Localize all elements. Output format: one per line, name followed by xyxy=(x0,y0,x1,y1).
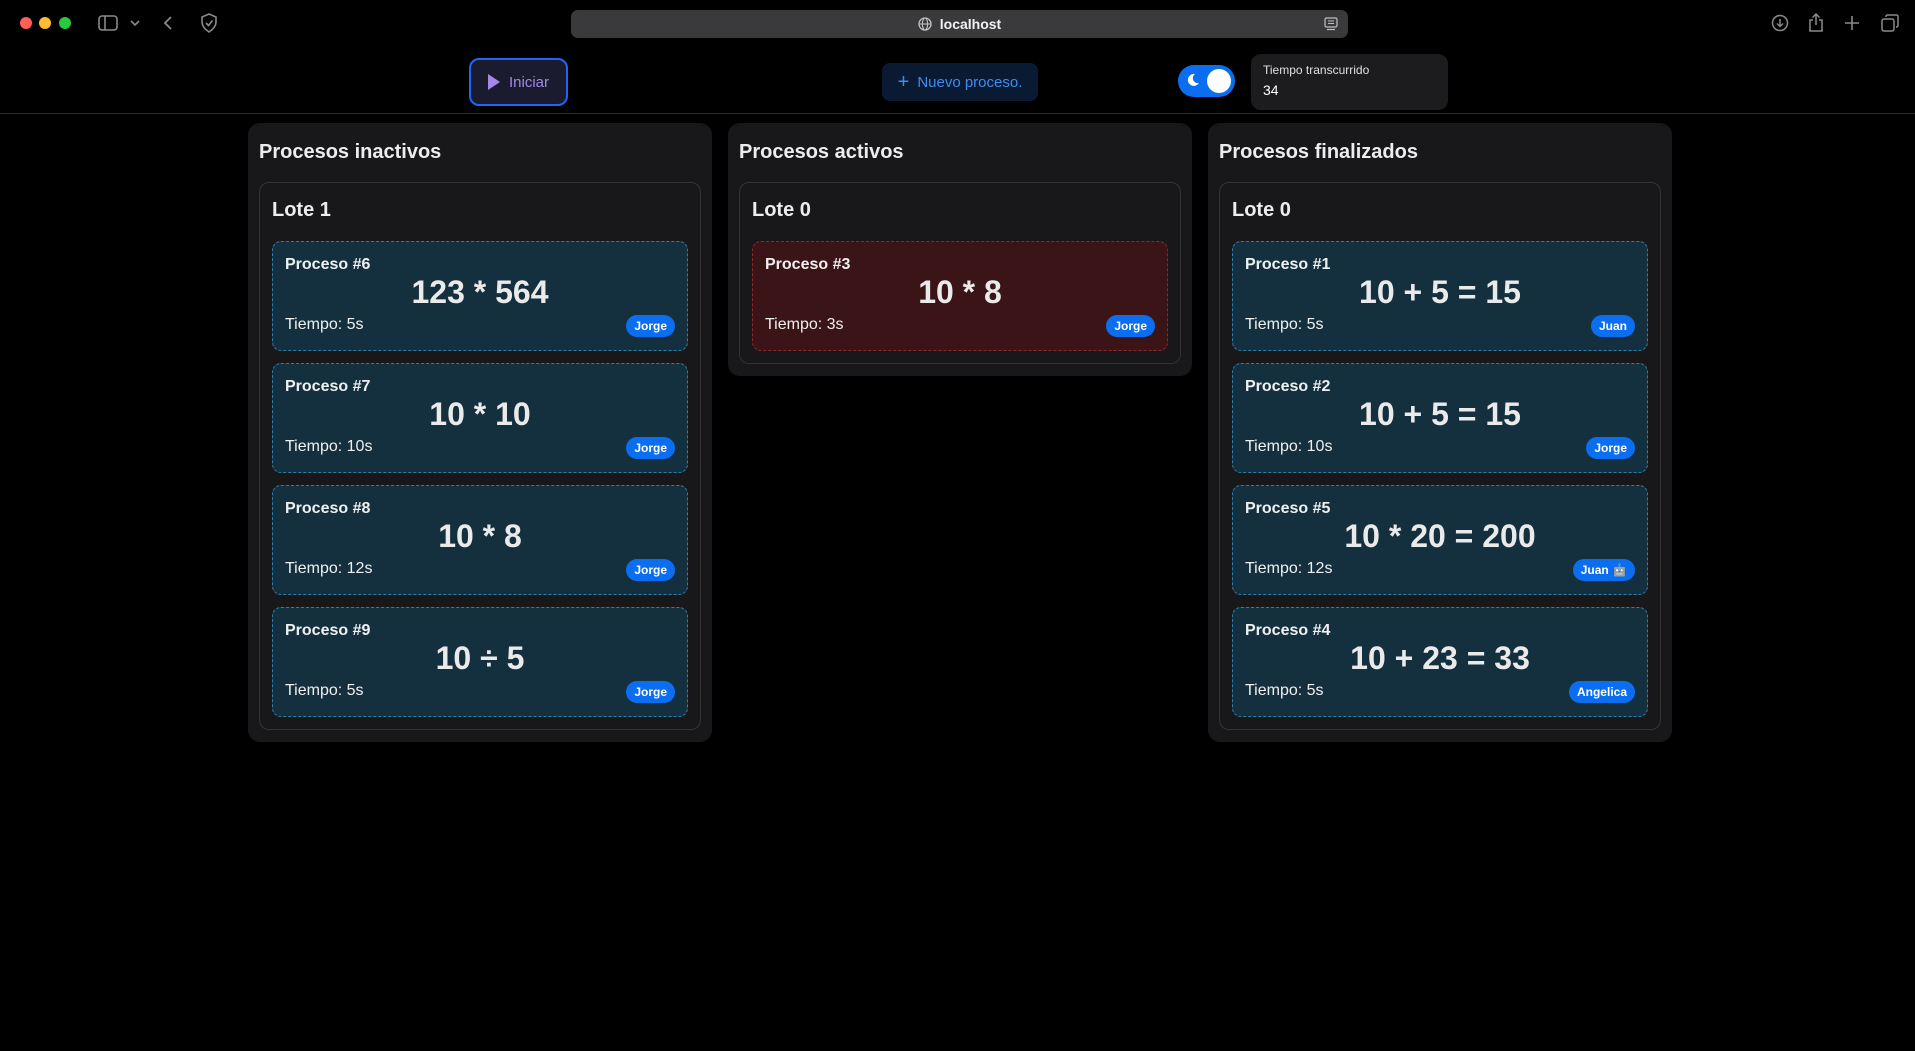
plus-icon: + xyxy=(897,71,910,93)
column-title: Procesos inactivos xyxy=(259,141,442,163)
tabs-overview-icon[interactable] xyxy=(1880,13,1900,33)
process-operation: 10 + 23 = 33 xyxy=(1350,640,1530,676)
process-title: Proceso #3 xyxy=(765,256,851,273)
process-time: Tiempo: 12s xyxy=(1245,560,1333,577)
process-title: Proceso #1 xyxy=(1245,256,1331,273)
process-title: Proceso #5 xyxy=(1245,500,1331,517)
process-time: Tiempo: 5s xyxy=(1245,316,1324,333)
process-time: Tiempo: 10s xyxy=(285,438,373,455)
minimize-window-button[interactable] xyxy=(39,17,51,29)
process-title: Proceso #8 xyxy=(285,500,371,517)
process-operation: 10 * 8 xyxy=(438,518,522,554)
shield-icon[interactable] xyxy=(199,13,219,33)
batch-title: Lote 1 xyxy=(272,199,331,221)
batch-group: Lote 0 Proceso #3 10 * 8 Tiempo: 3s Jorg… xyxy=(739,182,1181,364)
reader-icon[interactable] xyxy=(1324,17,1338,31)
batch-title: Lote 0 xyxy=(752,199,811,221)
process-card[interactable]: Proceso #6 123 * 564 Tiempo: 5s Jorge xyxy=(272,241,688,351)
process-operation: 10 + 5 = 15 xyxy=(1359,274,1521,310)
new-tab-icon[interactable] xyxy=(1843,13,1861,33)
new-process-label: Nuevo proceso. xyxy=(917,73,1023,91)
process-time: Tiempo: 5s xyxy=(285,682,364,699)
column-title: Procesos activos xyxy=(739,141,904,163)
process-time: Tiempo: 12s xyxy=(285,560,373,577)
process-title: Proceso #7 xyxy=(285,378,371,395)
process-time: Tiempo: 5s xyxy=(1245,682,1324,699)
batch-group: Lote 1 Proceso #6 123 * 564 Tiempo: 5s J… xyxy=(259,182,701,730)
user-badge: Juan 🤖 xyxy=(1572,559,1635,581)
process-card[interactable]: Proceso #4 10 + 23 = 33 Tiempo: 5s Angel… xyxy=(1232,607,1648,717)
play-icon xyxy=(487,74,500,90)
process-time: Tiempo: 3s xyxy=(765,316,844,333)
column-inactive: Procesos inactivos Lote 1 Proceso #6 123… xyxy=(248,123,712,742)
browser-chrome: localhost xyxy=(0,0,1915,46)
user-badge: Jorge xyxy=(626,315,675,337)
download-icon[interactable] xyxy=(1770,13,1790,33)
back-icon[interactable] xyxy=(160,13,176,33)
user-badge: Angelica xyxy=(1568,681,1635,703)
chevron-down-icon[interactable] xyxy=(128,13,142,33)
process-card[interactable]: Proceso #9 10 ÷ 5 Tiempo: 5s Jorge xyxy=(272,607,688,717)
process-title: Proceso #2 xyxy=(1245,378,1331,395)
process-card[interactable]: Proceso #1 10 + 5 = 15 Tiempo: 5s Juan xyxy=(1232,241,1648,351)
process-card[interactable]: Proceso #8 10 * 8 Tiempo: 12s Jorge xyxy=(272,485,688,595)
close-window-button[interactable] xyxy=(20,17,32,29)
maximize-window-button[interactable] xyxy=(59,17,71,29)
column-finished: Procesos finalizados Lote 0 Proceso #1 1… xyxy=(1208,123,1672,742)
process-title: Proceso #6 xyxy=(285,256,371,273)
user-badge: Juan xyxy=(1590,315,1635,337)
process-operation: 10 ÷ 5 xyxy=(435,640,525,676)
process-operation: 10 * 10 xyxy=(429,396,531,432)
process-operation: 123 * 564 xyxy=(411,274,549,310)
elapsed-time-panel: Tiempo transcurrido 34 xyxy=(1251,54,1448,110)
user-badge: Jorge xyxy=(626,559,675,581)
elapsed-time-label: Tiempo transcurrido xyxy=(1263,63,1370,77)
process-title: Proceso #9 xyxy=(285,622,371,639)
process-time: Tiempo: 10s xyxy=(1245,438,1333,455)
globe-icon xyxy=(918,17,932,31)
theme-toggle[interactable] xyxy=(1178,65,1235,97)
sidebar-icon[interactable] xyxy=(97,13,119,33)
column-title: Procesos finalizados xyxy=(1219,141,1418,163)
batch-title: Lote 0 xyxy=(1232,199,1291,221)
process-card[interactable]: Proceso #5 10 * 20 = 200 Tiempo: 12s Jua… xyxy=(1232,485,1648,595)
address-bar[interactable]: localhost xyxy=(571,10,1348,38)
column-active: Procesos activos Lote 0 Proceso #3 10 * … xyxy=(728,123,1192,376)
new-process-button[interactable]: + Nuevo proceso. xyxy=(882,63,1038,101)
url-text: localhost xyxy=(939,16,1002,32)
toggle-knob xyxy=(1207,69,1231,93)
moon-icon xyxy=(1185,72,1201,93)
user-badge: Jorge xyxy=(626,437,675,459)
process-operation: 10 * 20 = 200 xyxy=(1344,518,1536,554)
elapsed-time-value: 34 xyxy=(1263,82,1279,98)
process-title: Proceso #4 xyxy=(1245,622,1331,639)
user-badge: Jorge xyxy=(1586,437,1635,459)
process-card[interactable]: Proceso #7 10 * 10 Tiempo: 10s Jorge xyxy=(272,363,688,473)
process-time: Tiempo: 5s xyxy=(285,316,364,333)
start-button[interactable]: Iniciar xyxy=(469,58,568,106)
user-badge: Jorge xyxy=(626,681,675,703)
batch-group: Lote 0 Proceso #1 10 + 5 = 15 Tiempo: 5s… xyxy=(1219,182,1661,730)
start-button-label: Iniciar xyxy=(508,73,549,91)
process-card[interactable]: Proceso #2 10 + 5 = 15 Tiempo: 10s Jorge xyxy=(1232,363,1648,473)
process-operation: 10 + 5 = 15 xyxy=(1359,396,1521,432)
user-badge: Jorge xyxy=(1106,315,1155,337)
share-icon[interactable] xyxy=(1807,13,1825,33)
process-operation: 10 * 8 xyxy=(918,274,1002,310)
process-card-active[interactable]: Proceso #3 10 * 8 Tiempo: 3s Jorge xyxy=(752,241,1168,351)
